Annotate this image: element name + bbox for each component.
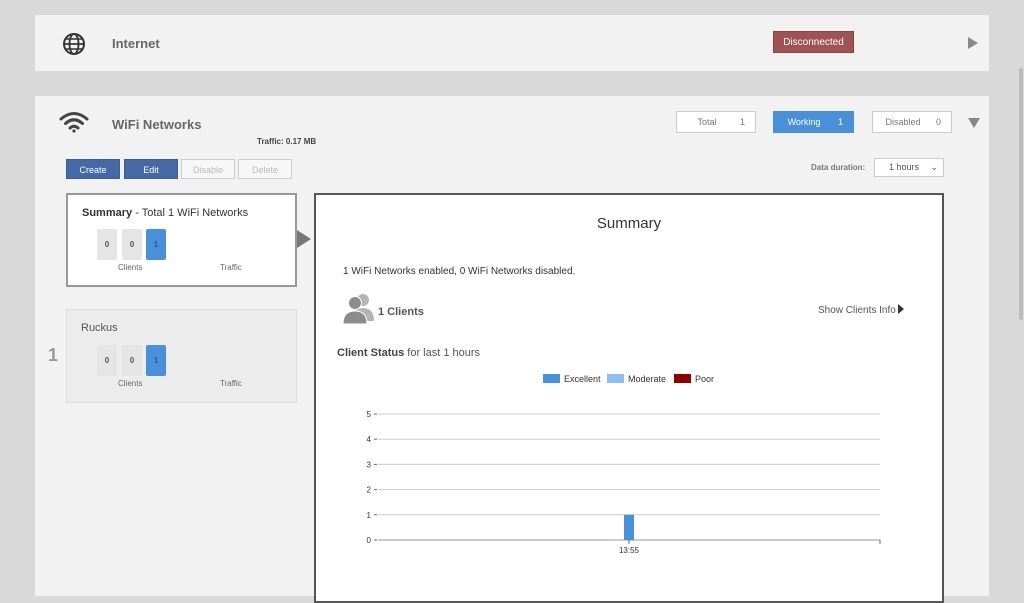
y-tick-label: 4	[367, 435, 372, 444]
client-status-chart: 0 1 2 3 4 5 13:55	[367, 410, 881, 555]
users-icon	[342, 294, 374, 325]
chevron-down-icon: ⌄	[930, 162, 938, 172]
disabled-label: Disabled	[885, 117, 921, 127]
selected-arrow-icon	[297, 230, 311, 248]
client-status-title: Client Status for last 1 hours	[337, 347, 481, 359]
traffic-label: Traffic: 0.17 MB	[257, 137, 317, 146]
legend-item-excellent[interactable]: Excellent	[543, 374, 601, 384]
wifi-networks-panel: WiFi Networks Traffic: 0.17 MB Total 1 W…	[35, 96, 989, 603]
working-label: Working	[787, 117, 821, 127]
summary-detail-panel: Summary 1 WiFi Networks enabled, 0 WiFi …	[314, 193, 944, 603]
clients-count: 1 Clients	[378, 306, 424, 318]
total-label: Total	[697, 117, 717, 127]
mini-count-box: 0	[97, 229, 117, 260]
total-value: 1	[739, 117, 745, 127]
y-tick-label: 5	[367, 410, 372, 419]
legend-swatch	[607, 374, 624, 383]
network-card-title: Ruckus	[81, 322, 118, 334]
traffic-label: Traffic	[220, 263, 242, 272]
clients-label: Clients	[118, 263, 143, 272]
legend-item-poor[interactable]: Poor	[674, 374, 714, 384]
working-count-box: Working 1	[773, 111, 854, 133]
mini-count-box: 0	[122, 345, 142, 376]
show-clients-info-link[interactable]: Show Clients Info	[818, 304, 904, 316]
network-index: 1	[48, 345, 59, 365]
mini-count-box: 1	[146, 229, 166, 260]
y-tick-label: 0	[367, 536, 372, 545]
expand-arrow-icon[interactable]	[968, 37, 978, 49]
data-duration-label: Data duration:	[811, 163, 866, 172]
mini-count-box: 0	[97, 345, 117, 376]
wifi-icon	[59, 112, 89, 133]
disabled-count-box: Disabled 0	[872, 111, 952, 133]
internet-title: Internet	[112, 36, 160, 51]
x-tick-label: 13:55	[619, 546, 640, 555]
collapse-arrow-icon[interactable]	[968, 118, 980, 128]
disable-button[interactable]: Disable	[181, 159, 235, 179]
legend-swatch	[674, 374, 691, 383]
delete-button[interactable]: Delete	[238, 159, 292, 179]
legend-swatch	[543, 374, 560, 383]
status-badge: Disconnected	[773, 31, 854, 53]
caret-right-icon	[897, 304, 904, 314]
y-tick-label: 1	[367, 511, 372, 520]
summary-heading: Summary	[596, 215, 662, 232]
mini-count-box: 1	[146, 345, 166, 376]
networks-enabled-text: 1 WiFi Networks enabled, 0 WiFi Networks…	[343, 266, 576, 277]
disabled-value: 0	[935, 117, 941, 127]
data-duration-value: 1 hours	[889, 162, 920, 172]
network-card-ruckus[interactable]: Ruckus 0 0 1 Clients Traffic	[66, 309, 297, 403]
wifi-title: WiFi Networks	[112, 117, 202, 132]
summary-card-title: Summary - Total 1 WiFi Networks	[82, 207, 249, 219]
clients-label: Clients	[118, 379, 143, 388]
mini-count-box: 0	[122, 229, 142, 260]
total-count-box: Total 1	[676, 111, 756, 133]
data-duration-select[interactable]: 1 hours ⌄	[874, 158, 944, 177]
globe-icon	[63, 33, 85, 55]
y-tick-label: 2	[367, 486, 372, 495]
legend-item-moderate[interactable]: Moderate	[607, 374, 666, 384]
working-value: 1	[837, 117, 843, 127]
bar-excellent	[624, 514, 634, 540]
summary-card[interactable]: Summary - Total 1 WiFi Networks 0 0 1 Cl…	[66, 193, 297, 287]
scrollbar[interactable]	[1019, 68, 1023, 320]
edit-button[interactable]: Edit	[124, 159, 178, 179]
create-button[interactable]: Create	[66, 159, 120, 179]
y-tick-label: 3	[367, 460, 372, 469]
traffic-label: Traffic	[220, 379, 242, 388]
internet-panel[interactable]: Internet Disconnected	[35, 15, 989, 71]
